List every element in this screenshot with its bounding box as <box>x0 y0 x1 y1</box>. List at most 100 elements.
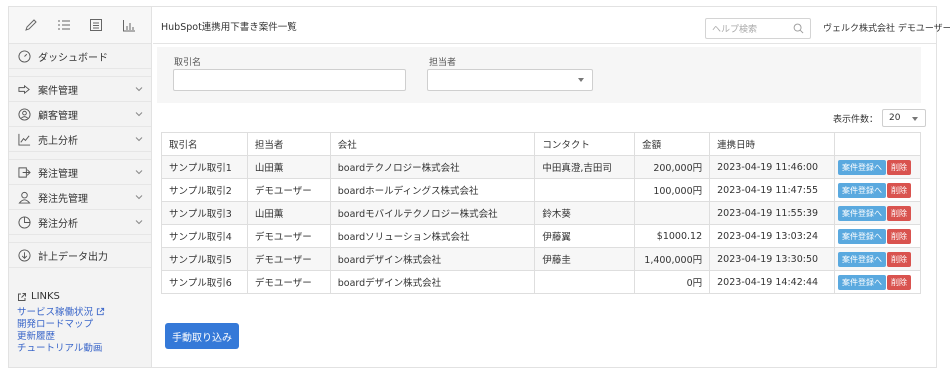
col-amount: 金額 <box>634 132 711 156</box>
search-icon <box>793 23 804 34</box>
cell-contact: 伊藤翼 <box>534 224 636 248</box>
sidebar-item-deals[interactable]: 案件管理 <box>9 77 151 102</box>
col-datetime: 連携日時 <box>709 132 836 156</box>
register-deal-button[interactable]: 案件登録へ <box>838 159 887 175</box>
per-page-value: 20 <box>889 113 901 123</box>
register-deal-button[interactable]: 案件登録へ <box>838 205 887 221</box>
table-row: サンプル取引6 デモユーザー boardデザイン株式会社 0円 2023-04-… <box>161 270 921 294</box>
cell-datetime: 2023-04-19 11:46:00 <box>709 155 836 179</box>
per-page-label: 表示件数： <box>833 114 879 125</box>
external-link-icon <box>18 292 26 301</box>
delete-button[interactable]: 削除 <box>887 251 912 267</box>
cell-datetime: 2023-04-19 11:47:55 <box>709 178 836 202</box>
col-deal: 取引名 <box>161 132 248 156</box>
deal-filter-label: 取引名 <box>174 58 202 68</box>
delete-button[interactable]: 削除 <box>887 159 912 175</box>
sidebar-item-orders[interactable]: 発注管理 <box>9 160 151 185</box>
cell-actions: 案件登録へ 削除 <box>834 247 921 271</box>
register-deal-button[interactable]: 案件登録へ <box>838 251 887 267</box>
cell-actions: 案件登録へ 削除 <box>834 201 921 225</box>
register-deal-button[interactable]: 案件登録へ <box>838 228 887 244</box>
list-icon[interactable] <box>54 15 74 35</box>
sidebar-item-sales-analysis[interactable]: 売上分析 <box>9 127 151 152</box>
sidebar: ダッシュボード 案件管理 顧客管理 売上分析 発注管理 発注先管理 発注分析 計… <box>9 7 152 367</box>
cell-amount: 1,400,000円 <box>634 247 711 271</box>
deal-name-input[interactable] <box>173 69 406 91</box>
link-tutorial[interactable]: チュートリアル動画 <box>17 343 147 355</box>
header: HubSpot連携用下書き案件一覧 ヘルプ検索 ヴェルク株式会社 デモユーザー <box>153 7 950 44</box>
sidebar-divider <box>9 152 151 160</box>
cell-datetime: 2023-04-19 11:55:39 <box>709 201 836 225</box>
register-deal-button[interactable]: 案件登録へ <box>838 182 887 198</box>
chevron-down-icon <box>135 85 143 93</box>
sidebar-toolbar <box>9 7 151 44</box>
app-frame: ダッシュボード 案件管理 顧客管理 売上分析 発注管理 発注先管理 発注分析 計… <box>8 6 950 368</box>
delete-button[interactable]: 削除 <box>887 182 912 198</box>
link-roadmap[interactable]: 開発ロードマップ <box>17 319 147 331</box>
table-row: サンプル取引4 デモユーザー boardソリューション株式会社 伊藤翼 $100… <box>161 224 921 248</box>
cell-contact: 鈴木葵 <box>534 201 636 225</box>
table-row: サンプル取引5 デモユーザー boardデザイン株式会社 伊藤圭 1,400,0… <box>161 247 921 271</box>
chevron-down-icon <box>135 168 143 176</box>
pencil-icon[interactable] <box>21 15 41 35</box>
col-company: 会社 <box>329 132 536 156</box>
cell-company: boardデザイン株式会社 <box>329 247 536 271</box>
cell-deal: サンプル取引4 <box>161 224 248 248</box>
col-owner: 担当者 <box>246 132 331 156</box>
sidebar-divider <box>9 69 151 77</box>
user-menu[interactable]: ヴェルク株式会社 デモユーザー <box>823 21 950 34</box>
delete-button[interactable]: 削除 <box>887 274 912 290</box>
delete-button[interactable]: 削除 <box>887 205 912 221</box>
supplier-icon <box>17 190 32 205</box>
cell-amount: $1000.12 <box>634 224 711 248</box>
cell-contact <box>534 178 636 202</box>
sidebar-item-export[interactable]: 計上データ出力 <box>9 243 151 268</box>
sidebar-item-label: 案件管理 <box>38 85 78 97</box>
cell-actions: 案件登録へ 削除 <box>834 178 921 202</box>
col-contact: コンタクト <box>534 132 636 156</box>
bar-chart-icon[interactable] <box>119 15 139 35</box>
table-icon[interactable] <box>86 15 106 35</box>
cell-amount <box>634 201 711 225</box>
link-changelog[interactable]: 更新履歴 <box>17 331 147 343</box>
caret-down-icon <box>912 117 919 121</box>
dashboard-icon <box>17 49 32 64</box>
cell-deal: サンプル取引5 <box>161 247 248 271</box>
per-page-control: 表示件数： 20 <box>833 109 927 127</box>
caret-down-icon <box>578 78 584 82</box>
deal-icon <box>17 82 32 97</box>
sidebar-item-suppliers[interactable]: 発注先管理 <box>9 185 151 210</box>
export-icon <box>17 248 32 263</box>
external-link-icon <box>96 307 105 316</box>
table-row: サンプル取引3 山田薫 boardモバイルテクノロジー株式会社 鈴木葵 2023… <box>161 201 921 225</box>
sidebar-item-customers[interactable]: 顧客管理 <box>9 102 151 127</box>
sidebar-item-label: 顧客管理 <box>38 110 78 122</box>
link-service-status[interactable]: サービス稼働状況 <box>17 307 147 319</box>
cell-owner: デモユーザー <box>246 270 331 294</box>
chart-icon <box>17 132 32 147</box>
cell-deal: サンプル取引2 <box>161 178 248 202</box>
owner-select[interactable] <box>427 69 593 91</box>
cell-company: boardソリューション株式会社 <box>329 224 536 248</box>
register-deal-button[interactable]: 案件登録へ <box>838 274 887 290</box>
manual-import-button[interactable]: 手動取り込み <box>165 323 239 349</box>
links-section: LINKS サービス稼働状況 開発ロードマップ 更新履歴 チュートリアル動画 <box>17 291 147 355</box>
sidebar-item-label: 計上データ出力 <box>38 251 108 263</box>
sidebar-item-order-analysis[interactable]: 発注分析 <box>9 210 151 235</box>
customer-icon <box>17 107 32 122</box>
page-title: HubSpot連携用下書き案件一覧 <box>161 22 297 33</box>
owner-filter-label: 担当者 <box>429 58 457 68</box>
cell-owner: 山田薫 <box>246 155 331 179</box>
cell-owner: デモユーザー <box>246 224 331 248</box>
cell-deal: サンプル取引1 <box>161 155 248 179</box>
cell-amount: 100,000円 <box>634 178 711 202</box>
cell-company: boardホールディングス株式会社 <box>329 178 536 202</box>
delete-button[interactable]: 削除 <box>887 228 912 244</box>
chevron-down-icon <box>135 110 143 118</box>
sidebar-item-label: 発注管理 <box>38 168 78 180</box>
table-header-row: 取引名 担当者 会社 コンタクト 金額 連携日時 <box>161 132 921 156</box>
cell-contact: 伊藤圭 <box>534 247 636 271</box>
sidebar-item-dashboard[interactable]: ダッシュボード <box>9 44 151 69</box>
per-page-select[interactable]: 20 <box>882 109 927 127</box>
help-search-input[interactable]: ヘルプ検索 <box>705 18 811 39</box>
